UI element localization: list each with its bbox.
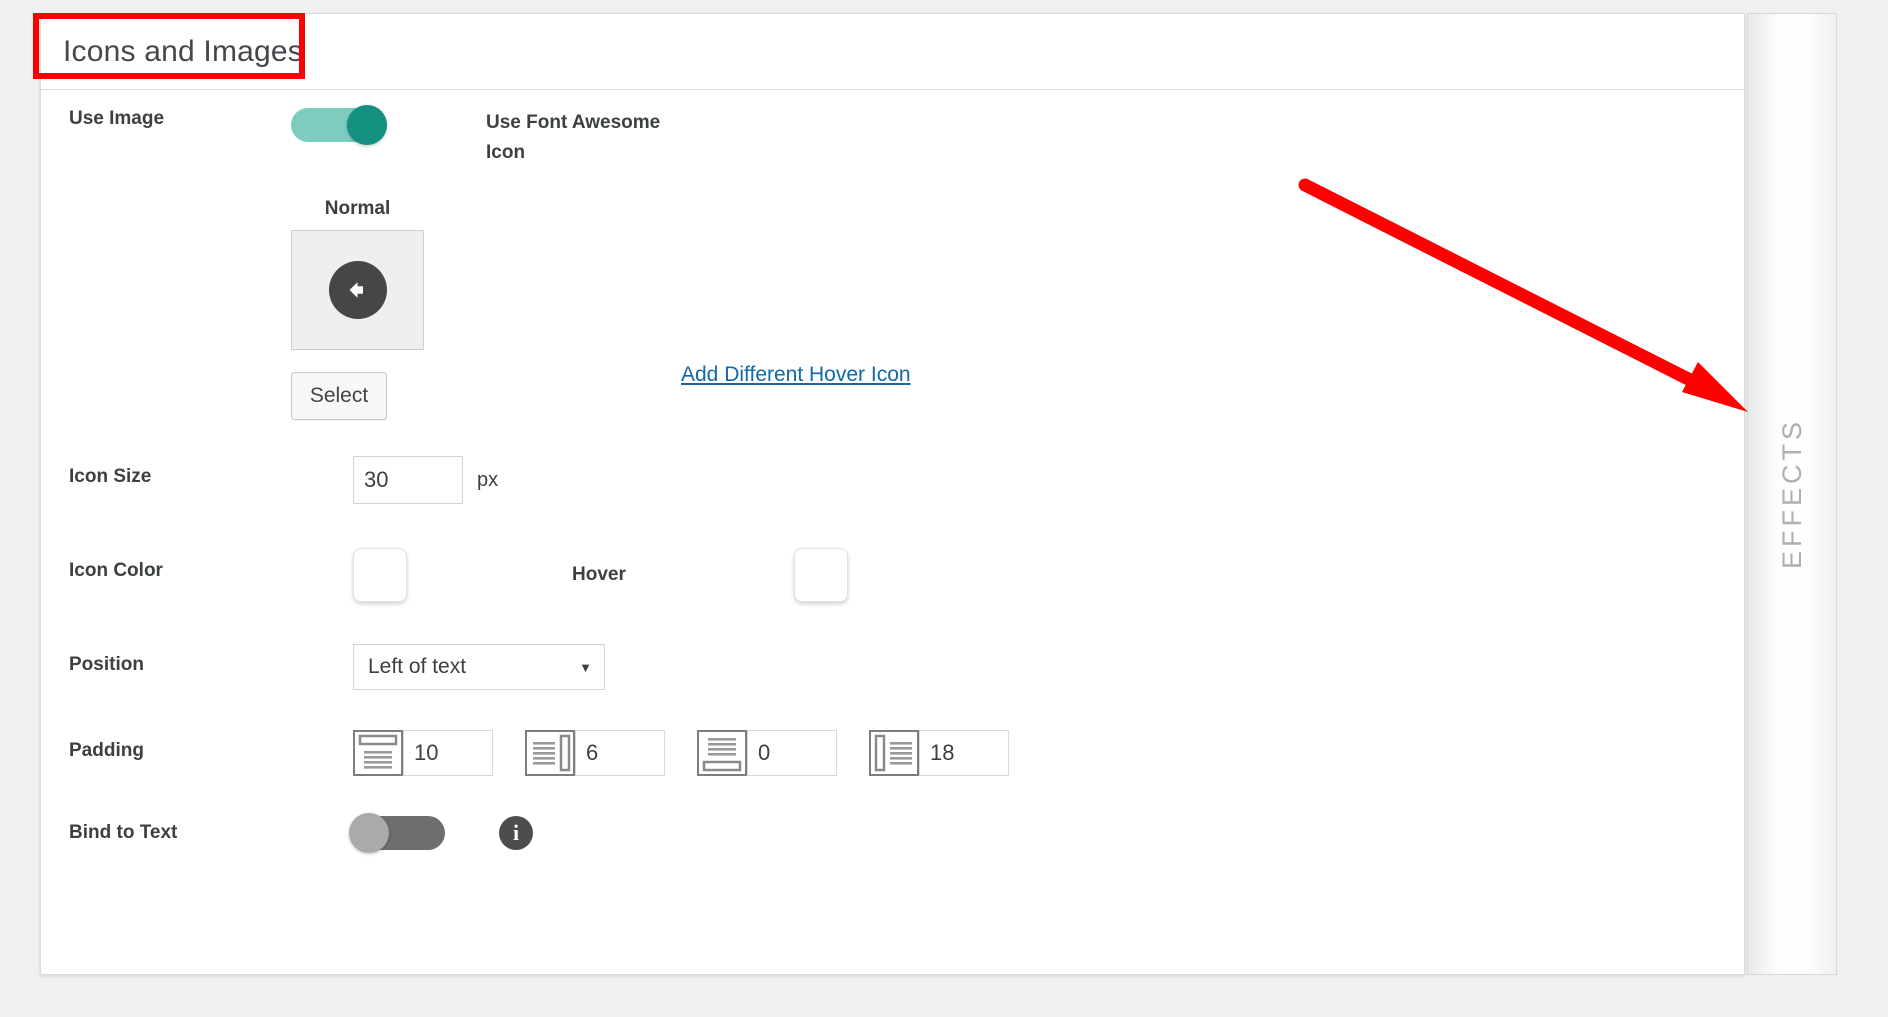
icon-color-hover-swatch[interactable] [793, 548, 848, 602]
padding-right-icon [525, 730, 575, 776]
panel-body: Use Image Use Font Awesome Icon Normal S… [41, 90, 1744, 856]
use-image-toggle[interactable] [291, 105, 387, 145]
padding-bottom-field [697, 730, 837, 776]
padding-left-icon [869, 730, 919, 776]
row-icon-size: Icon Size px [41, 456, 1744, 504]
normal-icon-preview[interactable] [291, 230, 424, 350]
padding-label: Padding [69, 740, 144, 761]
padding-right-input[interactable] [575, 730, 665, 776]
chevron-down-icon: ▼ [579, 659, 592, 675]
padding-group [353, 730, 1744, 776]
icon-size-label: Icon Size [69, 466, 152, 487]
bind-to-text-toggle[interactable] [349, 813, 445, 853]
icon-size-input[interactable] [353, 456, 463, 504]
normal-caption: Normal [324, 198, 391, 219]
icons-and-images-panel: Icons and Images Use Image Use Font Awes… [40, 13, 1745, 975]
icon-color-hover-label: Hover [572, 564, 626, 585]
panel-header: Icons and Images [41, 14, 1744, 90]
row-padding: Padding [41, 730, 1744, 776]
effects-tab-label: EFFECTS [1776, 418, 1807, 570]
arrow-circle-left-icon [328, 261, 387, 319]
select-button[interactable]: Select [291, 372, 387, 420]
use-font-awesome-icon-label: Use Font Awesome Icon [486, 112, 661, 164]
row-use-image: Use Image Use Font Awesome Icon [41, 105, 1744, 182]
bind-to-text-label: Bind to Text [69, 822, 178, 843]
padding-left-input[interactable] [919, 730, 1009, 776]
row-bind-to-text: Bind to Text i [41, 813, 1744, 856]
page-title: Icons and Images [63, 34, 304, 68]
position-label: Position [69, 654, 144, 675]
icon-color-label: Icon Color [69, 560, 163, 581]
position-select-value: Left of text [368, 655, 467, 678]
effects-tab[interactable]: EFFECTS [1747, 13, 1837, 975]
info-icon[interactable]: i [499, 816, 533, 850]
use-image-label: Use Image [69, 108, 165, 129]
padding-left-field [869, 730, 1009, 776]
padding-right-field [525, 730, 665, 776]
row-position: Position Left of text ▼ [41, 644, 1744, 690]
add-different-hover-icon-link[interactable]: Add Different Hover Icon [681, 363, 911, 386]
toggle-knob [349, 813, 389, 853]
icon-size-unit: px [477, 468, 499, 491]
position-select[interactable]: Left of text ▼ [353, 644, 605, 690]
padding-bottom-icon [697, 730, 747, 776]
row-icon-preview: Normal Select Add Different Hover Icon [41, 198, 1744, 420]
padding-top-icon [353, 730, 403, 776]
padding-top-field [353, 730, 493, 776]
padding-bottom-input[interactable] [747, 730, 837, 776]
icon-color-swatch[interactable] [353, 548, 407, 602]
row-icon-color: Icon Color Hover [41, 548, 1744, 602]
padding-top-input[interactable] [403, 730, 493, 776]
toggle-knob [347, 105, 387, 145]
